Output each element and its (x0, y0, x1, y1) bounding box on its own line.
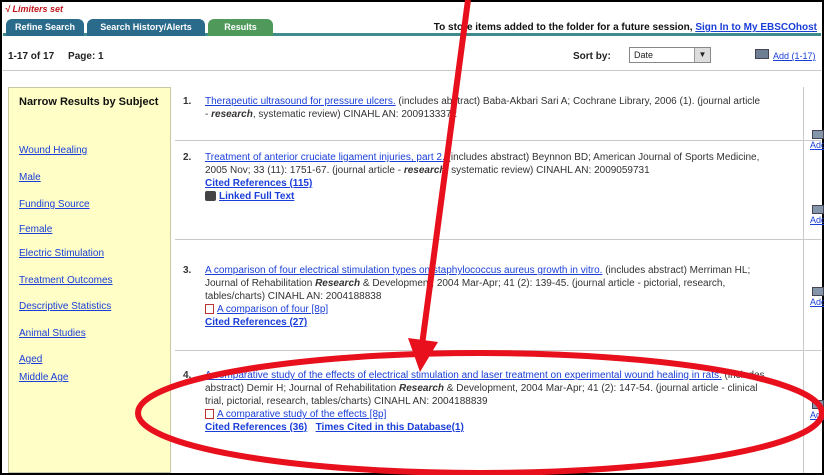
pdf-icon (205, 304, 214, 315)
store-note-text: To store items added to the folder for a… (433, 22, 693, 33)
result-keyword: research (403, 165, 446, 176)
result-title-link[interactable]: Treatment of anterior cruciate ligament … (205, 152, 445, 163)
result-keyword: Research (398, 383, 445, 394)
result-count: 1-17 of 17 Page: 1 (8, 51, 104, 62)
result-body: Treatment of anterior cruciate ligament … (205, 151, 765, 203)
result-citation-end: , systematic review) CINAHL AN: 20091333… (252, 109, 457, 120)
subject-link[interactable]: Funding Source (19, 199, 90, 210)
row-divider (175, 350, 821, 351)
add-to-folder-button[interactable]: Add (810, 205, 824, 225)
result-body: Therapeutic ultrasound for pressure ulce… (205, 95, 765, 121)
add-to-folder-button[interactable]: Add (810, 400, 824, 420)
result-number: 3. (183, 265, 192, 276)
cited-references-link[interactable]: Cited References (36) (205, 422, 307, 433)
subject-link[interactable]: Electric Stimulation (19, 248, 104, 259)
add-label: Add (810, 410, 824, 420)
sort-label: Sort by: (573, 51, 611, 62)
results-toolbar: 1-17 of 17 Page: 1 Sort by: Date ▼ Add (… (3, 41, 821, 71)
add-to-folder-button[interactable]: Add (810, 130, 824, 150)
page-indicator: Page: 1 (68, 51, 104, 62)
add-all-link[interactable]: Add (1-17) (773, 51, 816, 61)
pdf-icon (205, 409, 214, 420)
subject-link[interactable]: Female (19, 224, 52, 235)
result-number: 1. (183, 96, 192, 107)
result-keyword: Research (315, 278, 361, 289)
cited-references-link[interactable]: Cited References (27) (205, 317, 307, 328)
chevron-down-icon[interactable]: ▼ (694, 48, 710, 62)
narrow-results-sidebar: Narrow Results by Subject Wound Healing … (8, 87, 171, 473)
sidebar-heading: Narrow Results by Subject (19, 96, 159, 108)
subject-link[interactable]: Aged (19, 354, 42, 365)
sort-select[interactable]: Date ▼ (629, 47, 711, 63)
subject-link[interactable]: Animal Studies (19, 328, 86, 339)
result-citation-end: , systematic review) CINAHL AN: 20090597… (445, 165, 650, 176)
tab-refine-search[interactable]: Refine Search (6, 19, 84, 36)
sign-in-link[interactable]: Sign In to My EBSCOhost (695, 22, 817, 33)
subject-link[interactable]: Male (19, 172, 41, 183)
subject-link[interactable]: Descriptive Statistics (19, 301, 111, 312)
subject-link[interactable]: Wound Healing (19, 145, 87, 156)
folder-icon (755, 49, 769, 59)
limiters-indicator: √ Limiters set (5, 4, 63, 14)
results-list: 1. Therapeutic ultrasound for pressure u… (175, 87, 821, 473)
row-divider (175, 140, 821, 141)
add-to-folder-button[interactable]: Add (810, 287, 824, 307)
cited-references-link[interactable]: Cited References (115) (205, 178, 312, 189)
result-body: A comparative study of the effects of el… (205, 369, 765, 434)
folder-icon (812, 205, 824, 214)
result-number: 4. (183, 370, 192, 381)
folder-icon (812, 400, 824, 409)
pdf-full-text-link[interactable]: A comparison of four [8p] (217, 304, 328, 315)
linked-full-text-link[interactable]: Linked Full Text (219, 191, 294, 202)
result-number: 2. (183, 152, 192, 163)
result-keyword: research (211, 109, 253, 120)
result-title-link[interactable]: Therapeutic ultrasound for pressure ulce… (205, 96, 396, 107)
row-divider (175, 239, 821, 240)
sort-select-value: Date (634, 50, 654, 60)
result-title-link[interactable]: A comparison of four electrical stimulat… (205, 265, 602, 276)
add-label: Add (810, 215, 824, 225)
result-range: 1-17 of 17 (8, 51, 55, 62)
folder-icon (812, 287, 824, 296)
pdf-full-text-link[interactable]: A comparative study of the effects [8p] (217, 409, 386, 420)
add-label: Add (810, 140, 824, 150)
store-note: To store items added to the folder for a… (434, 22, 817, 33)
tab-results[interactable]: Results (208, 19, 273, 36)
full-text-icon (205, 191, 216, 202)
subject-link[interactable]: Middle Age (19, 372, 68, 383)
result-title-link[interactable]: A comparative study of the effects of el… (205, 370, 722, 381)
tab-bar: Refine Search Search History/Alerts Resu… (3, 16, 821, 36)
result-body: A comparison of four electrical stimulat… (205, 264, 765, 329)
add-label: Add (810, 297, 824, 307)
folder-icon (812, 130, 824, 139)
tab-search-history[interactable]: Search History/Alerts (87, 19, 205, 36)
times-cited-link[interactable]: Times Cited in this Database(1) (316, 422, 464, 433)
subject-link[interactable]: Treatment Outcomes (19, 275, 113, 286)
